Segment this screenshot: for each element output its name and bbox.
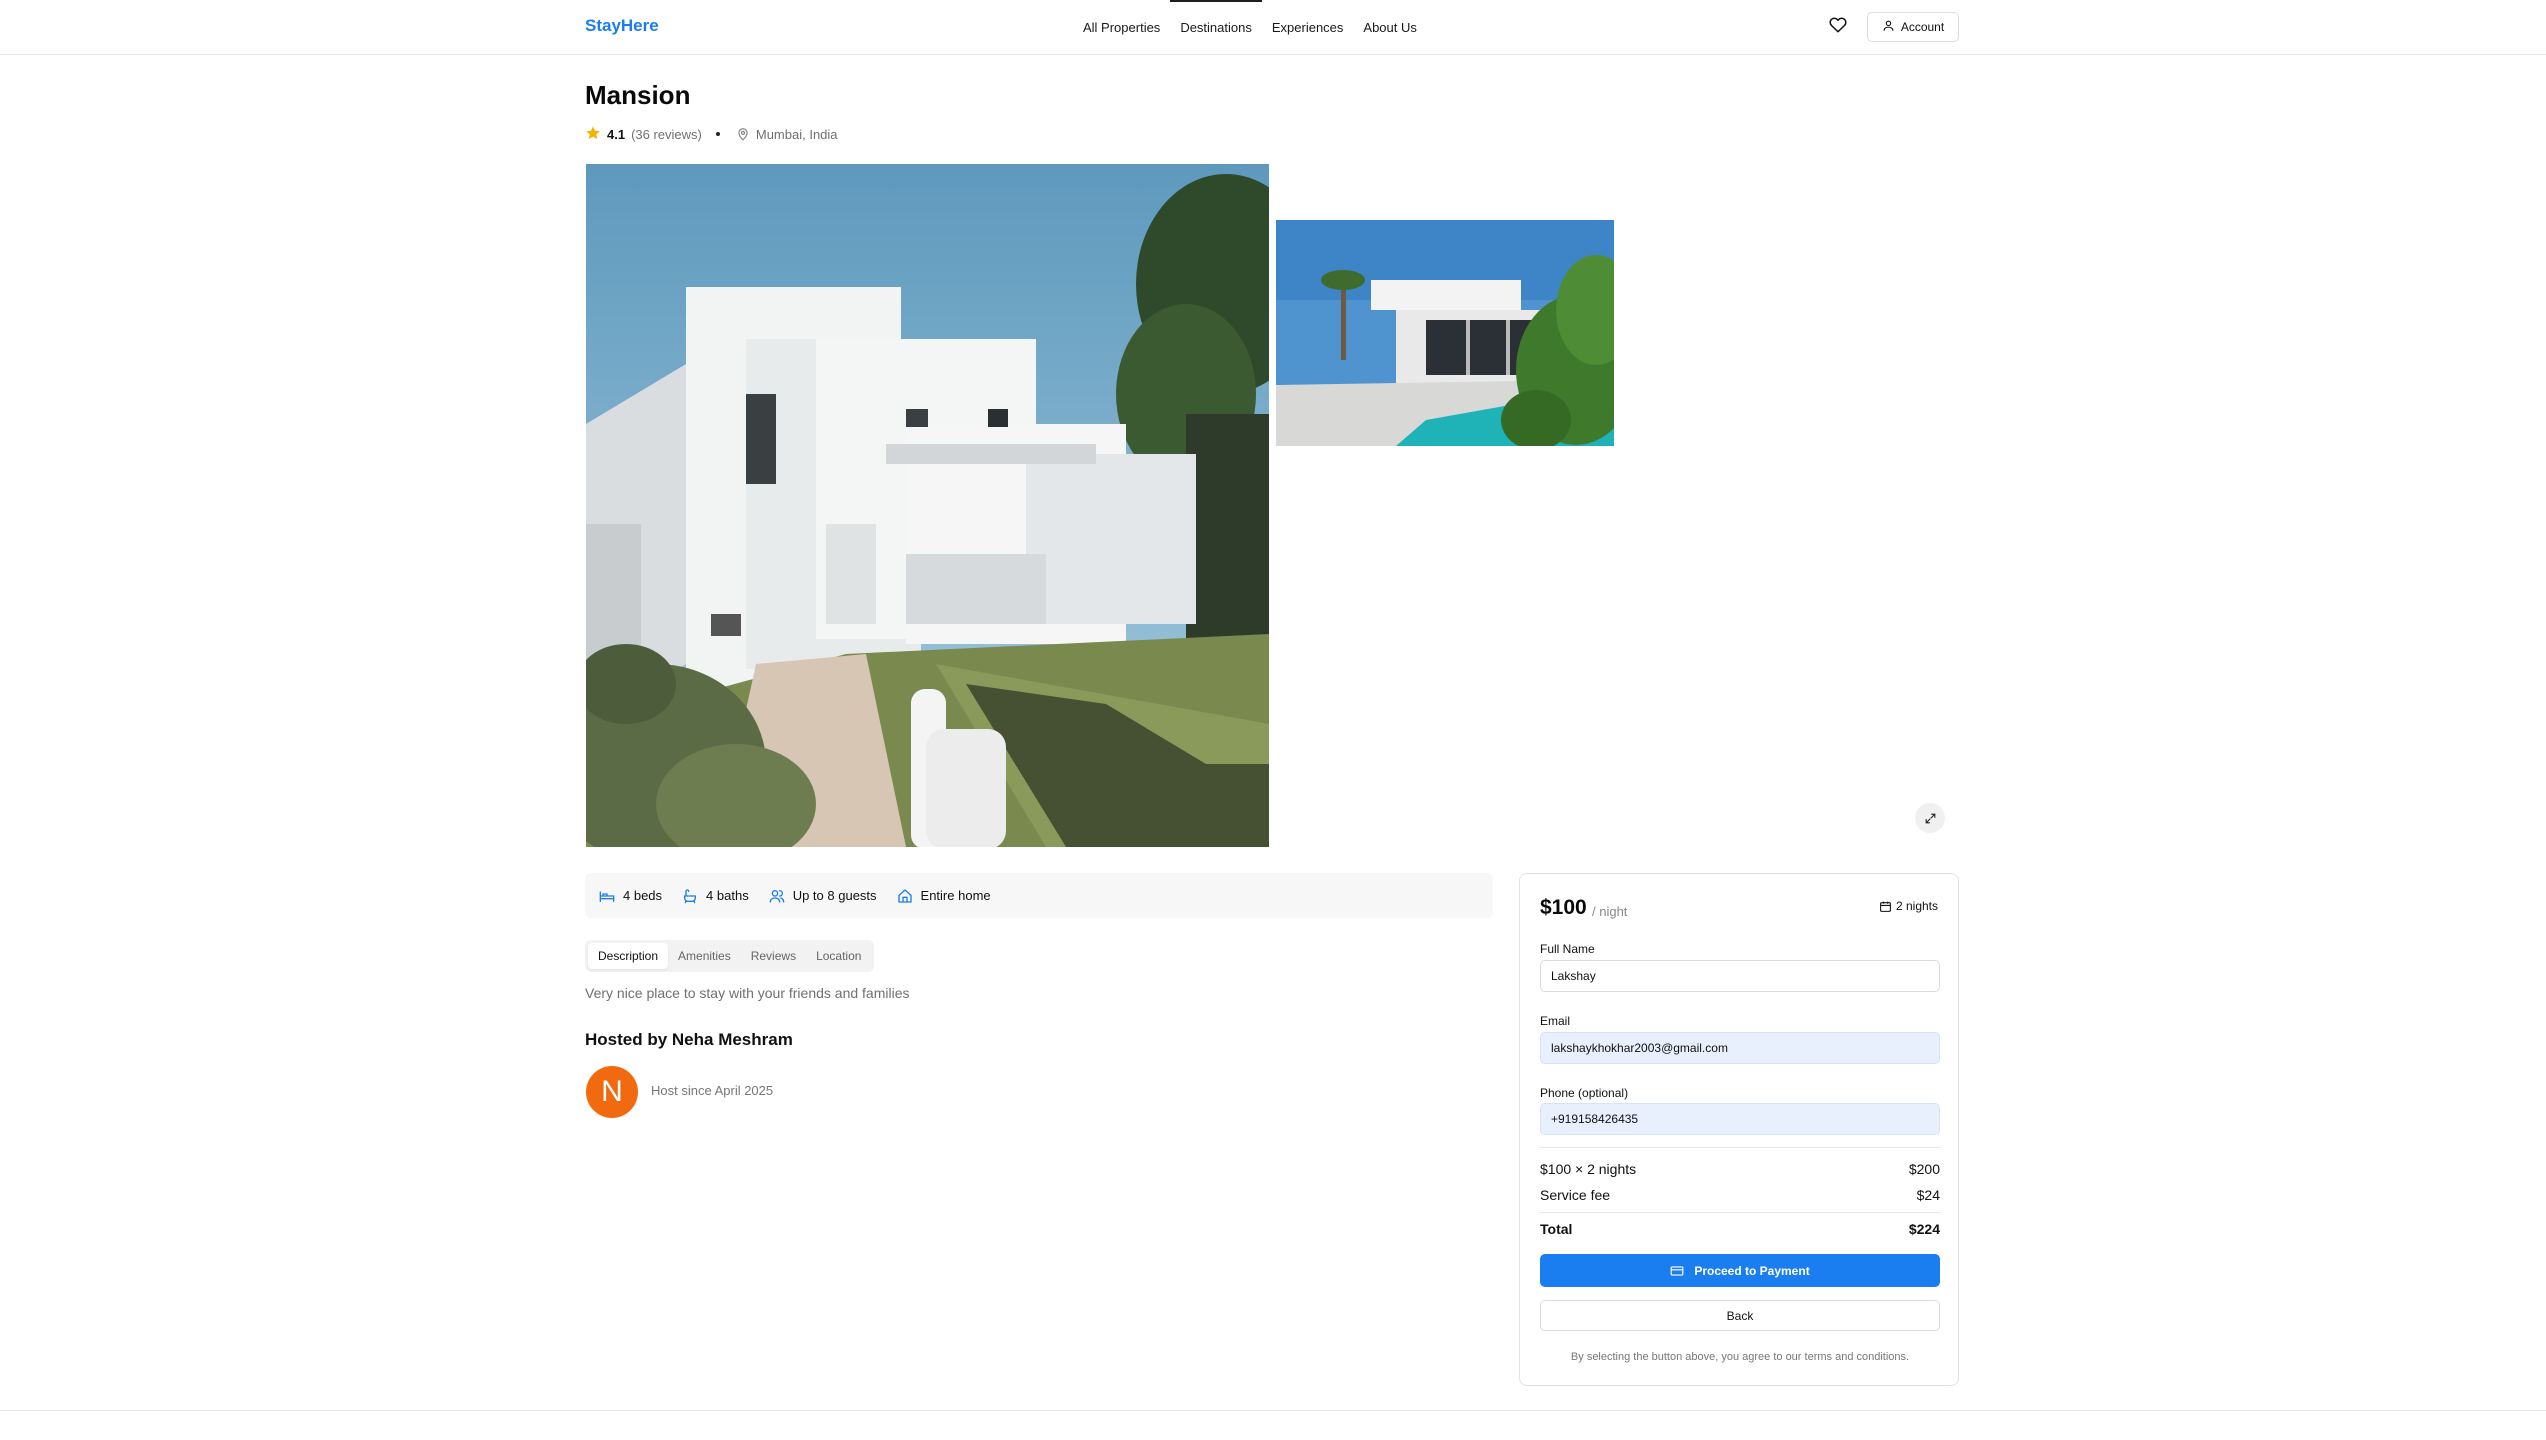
bed-icon — [599, 888, 615, 904]
separator-dot — [715, 132, 720, 136]
proceed-label: Proceed to Payment — [1694, 1263, 1810, 1278]
brand-logo[interactable]: StayHere — [585, 16, 659, 36]
type-label: Entire home — [920, 888, 991, 903]
rating-value: 4.1 — [607, 126, 626, 142]
total-value: $224 — [1908, 1221, 1940, 1237]
users-icon — [769, 888, 785, 904]
service-fee-row: Service fee $24 — [1540, 1187, 1940, 1203]
host-avatar: N — [586, 1066, 638, 1118]
phone-input[interactable] — [1540, 1103, 1940, 1135]
nightly-price: $100 — [1540, 896, 1587, 919]
proceed-to-payment-button[interactable]: Proceed to Payment — [1540, 1254, 1940, 1287]
account-label: Account — [1900, 20, 1945, 34]
nights-label: 2 nights — [1895, 899, 1938, 913]
user-icon — [1882, 19, 1895, 35]
service-fee-value: $24 — [1916, 1187, 1940, 1203]
nav-about-us[interactable]: About Us — [1353, 0, 1426, 55]
service-fee-label: Service fee — [1540, 1187, 1611, 1203]
feature-beds: 4 beds — [599, 888, 662, 904]
expand-gallery-button[interactable] — [1915, 803, 1945, 833]
tab-description[interactable]: Description — [588, 943, 669, 969]
terms-notice: By selecting the button above, you agree… — [1570, 1351, 1910, 1363]
full-name-label: Full Name — [1540, 942, 1595, 956]
phone-label: Phone (optional) — [1540, 1086, 1629, 1100]
property-tabs: Description Amenities Reviews Location — [585, 940, 875, 972]
location-pin-icon — [736, 127, 750, 141]
feature-type: Entire home — [897, 888, 991, 904]
credit-card-icon — [1670, 1264, 1684, 1278]
tab-amenities[interactable]: Amenities — [668, 943, 741, 969]
secondary-property-photo[interactable] — [1276, 220, 1614, 446]
bath-icon — [682, 888, 698, 904]
expand-icon — [1924, 812, 1937, 825]
email-label: Email — [1540, 1014, 1571, 1028]
tab-reviews[interactable]: Reviews — [741, 943, 806, 969]
nav-experiences[interactable]: Experiences — [1262, 0, 1354, 55]
subtotal-value: $200 — [1908, 1161, 1940, 1177]
nav-all-properties[interactable]: All Properties — [1073, 0, 1170, 55]
property-meta: 4.1 (36 reviews) Mumbai, India — [585, 124, 838, 144]
main-property-photo[interactable] — [586, 164, 1269, 847]
star-icon — [585, 125, 601, 144]
main-nav: All Properties Destinations Experiences … — [1073, 0, 1427, 55]
full-name-input[interactable] — [1540, 960, 1940, 992]
host-heading: Hosted by Neha Meshram — [585, 1030, 793, 1049]
nav-destinations[interactable]: Destinations — [1170, 0, 1262, 55]
tab-location[interactable]: Location — [806, 943, 871, 969]
per-night-label: / night — [1592, 904, 1628, 919]
total-row: Total $224 — [1540, 1221, 1940, 1237]
feature-guests: Up to 8 guests — [769, 888, 877, 904]
property-location: Mumbai, India — [755, 126, 838, 142]
top-navbar: StayHere All Properties Destinations Exp… — [0, 0, 2546, 55]
nightly-subtotal-row: $100 × 2 nights $200 — [1540, 1161, 1940, 1177]
divider — [1540, 1212, 1940, 1213]
back-button[interactable]: Back — [1540, 1300, 1940, 1331]
home-icon — [897, 888, 913, 904]
email-input[interactable] — [1540, 1032, 1940, 1064]
total-label: Total — [1540, 1221, 1573, 1237]
feature-baths: 4 baths — [682, 888, 749, 904]
property-description: Very nice place to stay with your friend… — [585, 985, 910, 1001]
nights-count: 2 nights — [1879, 899, 1938, 913]
divider — [1540, 1147, 1940, 1148]
account-button[interactable]: Account — [1867, 12, 1959, 42]
subtotal-label: $100 × 2 nights — [1540, 1161, 1637, 1177]
booking-card: $100 / night 2 nights Full Name Email Ph… — [1519, 873, 1959, 1386]
property-features: 4 beds 4 baths Up to 8 guests Entire hom… — [585, 873, 1493, 918]
property-title: Mansion — [585, 80, 691, 110]
review-count[interactable]: (36 reviews) — [631, 127, 702, 142]
baths-label: 4 baths — [706, 888, 749, 903]
calendar-icon — [1879, 900, 1892, 913]
heart-icon[interactable] — [1829, 16, 1847, 34]
host-since: Host since April 2025 — [651, 1083, 774, 1098]
footer-divider — [0, 1410, 2546, 1411]
guests-label: Up to 8 guests — [792, 888, 877, 903]
beds-label: 4 beds — [623, 888, 663, 903]
